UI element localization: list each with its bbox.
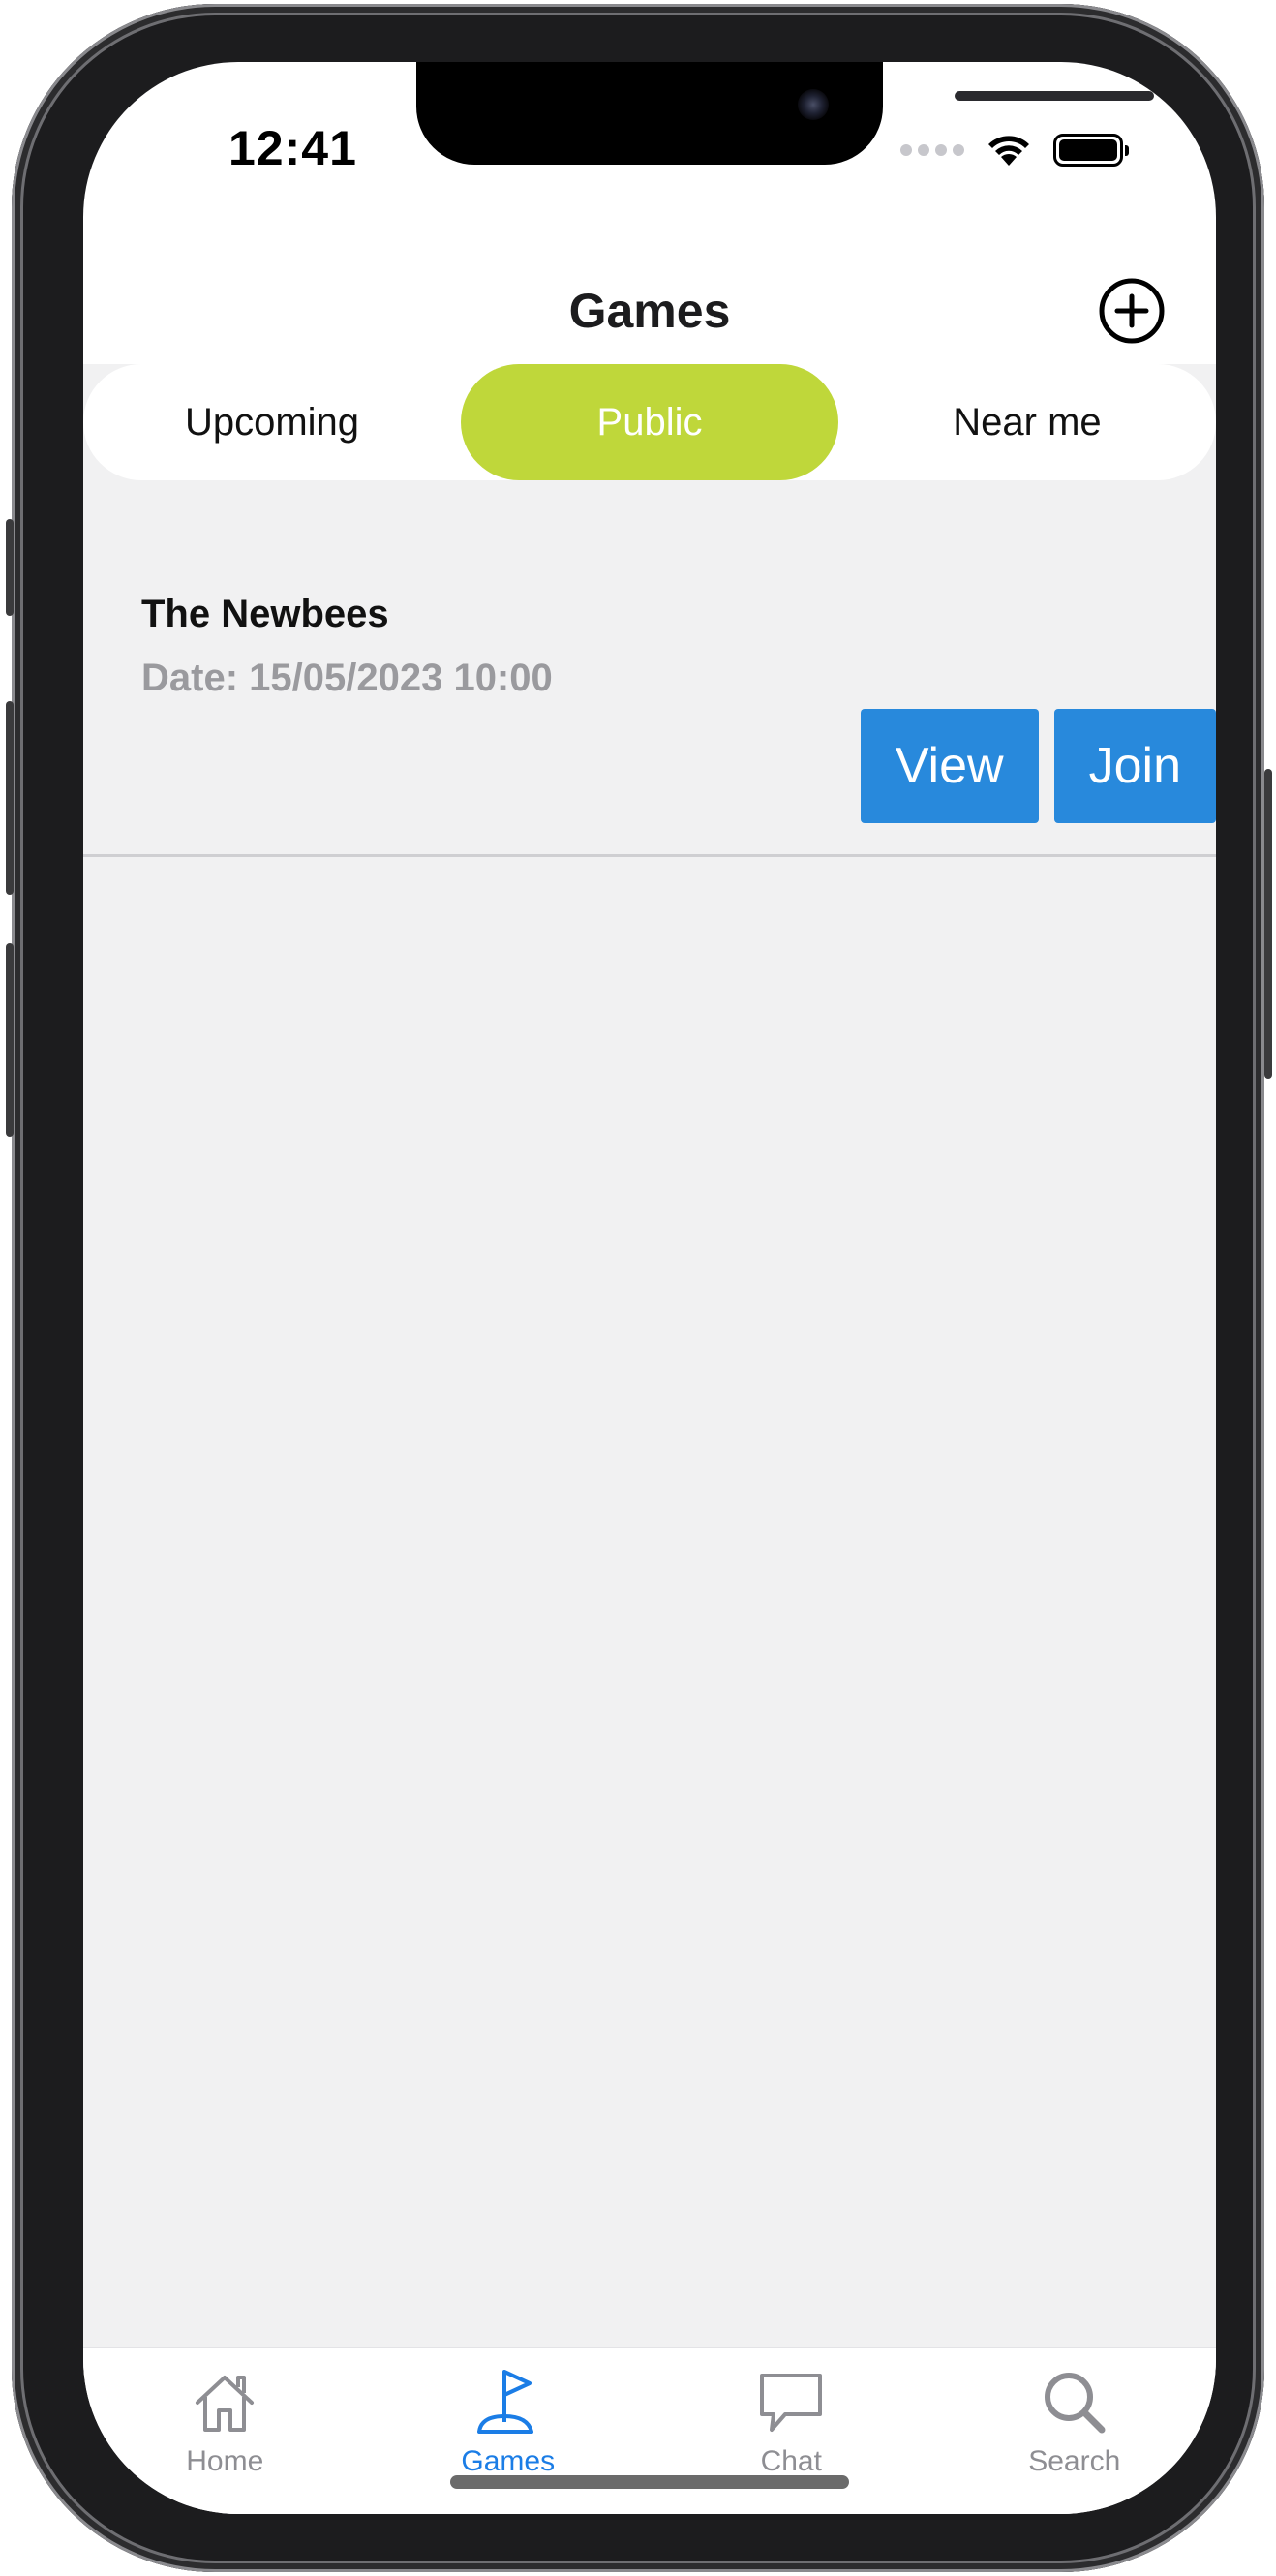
mute-switch bbox=[6, 519, 14, 616]
volume-down-button bbox=[6, 943, 14, 1137]
battery-icon bbox=[1053, 134, 1129, 167]
plus-circle-icon[interactable] bbox=[1098, 277, 1166, 345]
join-button[interactable]: Join bbox=[1053, 709, 1216, 823]
notch bbox=[416, 62, 1154, 165]
segmented-control: Upcoming Public Near me bbox=[83, 364, 1216, 480]
tab-bar: Home Games Chat Search bbox=[83, 2347, 1216, 2514]
golf-flag-icon bbox=[476, 2370, 533, 2434]
screen: 12:41 Games Upcoming Public Near me The … bbox=[83, 62, 1216, 2514]
segment-upcoming[interactable]: Upcoming bbox=[83, 364, 461, 480]
game-date: Date: 15/05/2023 10:00 bbox=[141, 657, 553, 699]
tab-label: Chat bbox=[760, 2445, 822, 2477]
status-indicators bbox=[900, 126, 1129, 174]
segment-near-me[interactable]: Near me bbox=[838, 364, 1216, 480]
page-title: Games bbox=[568, 284, 731, 338]
tab-label: Games bbox=[461, 2445, 556, 2477]
tab-search[interactable]: Search bbox=[933, 2348, 1217, 2514]
tab-label: Search bbox=[1028, 2445, 1121, 2477]
speaker-grille bbox=[955, 91, 1154, 101]
home-indicator[interactable] bbox=[450, 2475, 849, 2489]
tab-games[interactable]: Games bbox=[367, 2348, 651, 2514]
camera-icon bbox=[798, 89, 829, 120]
wifi-icon bbox=[988, 136, 1029, 166]
status-time: 12:41 bbox=[228, 121, 357, 175]
power-button bbox=[1264, 769, 1272, 1079]
view-button[interactable]: View bbox=[860, 709, 1039, 823]
nav-header: Games bbox=[83, 256, 1216, 365]
search-icon bbox=[1044, 2373, 1106, 2434]
cellular-signal-icon bbox=[900, 144, 964, 156]
tab-home[interactable]: Home bbox=[83, 2348, 367, 2514]
tab-label: Home bbox=[186, 2445, 264, 2477]
segment-public[interactable]: Public bbox=[461, 364, 838, 480]
home-icon bbox=[196, 2376, 255, 2432]
volume-up-button bbox=[6, 701, 14, 895]
phone-frame: 12:41 Games Upcoming Public Near me The … bbox=[6, 4, 1272, 2572]
game-list-item: The Newbees Date: 15/05/2023 10:00 View … bbox=[83, 566, 1216, 857]
tab-chat[interactable]: Chat bbox=[650, 2348, 933, 2514]
chat-bubble-icon bbox=[760, 2374, 823, 2432]
game-name: The Newbees bbox=[141, 593, 389, 635]
game-actions: View Join bbox=[860, 709, 1216, 823]
